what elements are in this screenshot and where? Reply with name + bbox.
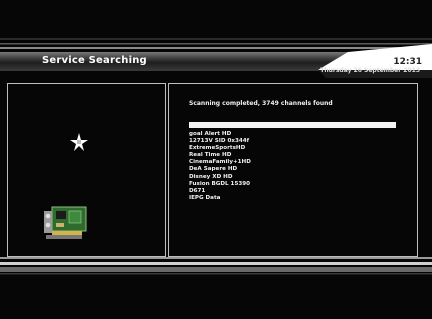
- bottom-decor-bars: [0, 257, 432, 275]
- page-title: Service Searching: [42, 55, 147, 66]
- scan-progress-bar: [189, 122, 396, 128]
- list-item: Fusion BGDL 15390: [189, 180, 251, 187]
- list-item: IEPG Data: [189, 194, 221, 201]
- list-item: goal Alert HD: [189, 131, 232, 137]
- service-search-screen: Service Searching 12:31 Thursday 26 Sept…: [0, 0, 432, 319]
- tuner-card-icon: [44, 206, 87, 239]
- clock-date: Thursday 26 September 2013: [320, 67, 420, 74]
- satellite-star-icon: [70, 133, 88, 151]
- list-item: 12713V SID 0x344f: [189, 138, 250, 145]
- scan-status-text: Scanning completed, 3749 channels found: [189, 100, 333, 107]
- found-channel-list: goal Alert HD 12713V SID 0x344f ExtremeS…: [189, 131, 251, 202]
- list-item: Disney XD HD: [189, 173, 233, 180]
- list-item: D671: [189, 187, 206, 194]
- clock-time: 12:31: [393, 57, 422, 67]
- list-item: ExtremeSportsHD: [189, 145, 246, 152]
- list-item: CinemaFamily+1HD: [189, 159, 251, 166]
- scan-progress-fill: [189, 122, 396, 128]
- list-item: DeA Sapere HD: [189, 166, 238, 173]
- list-item: Real Time HD: [189, 152, 232, 159]
